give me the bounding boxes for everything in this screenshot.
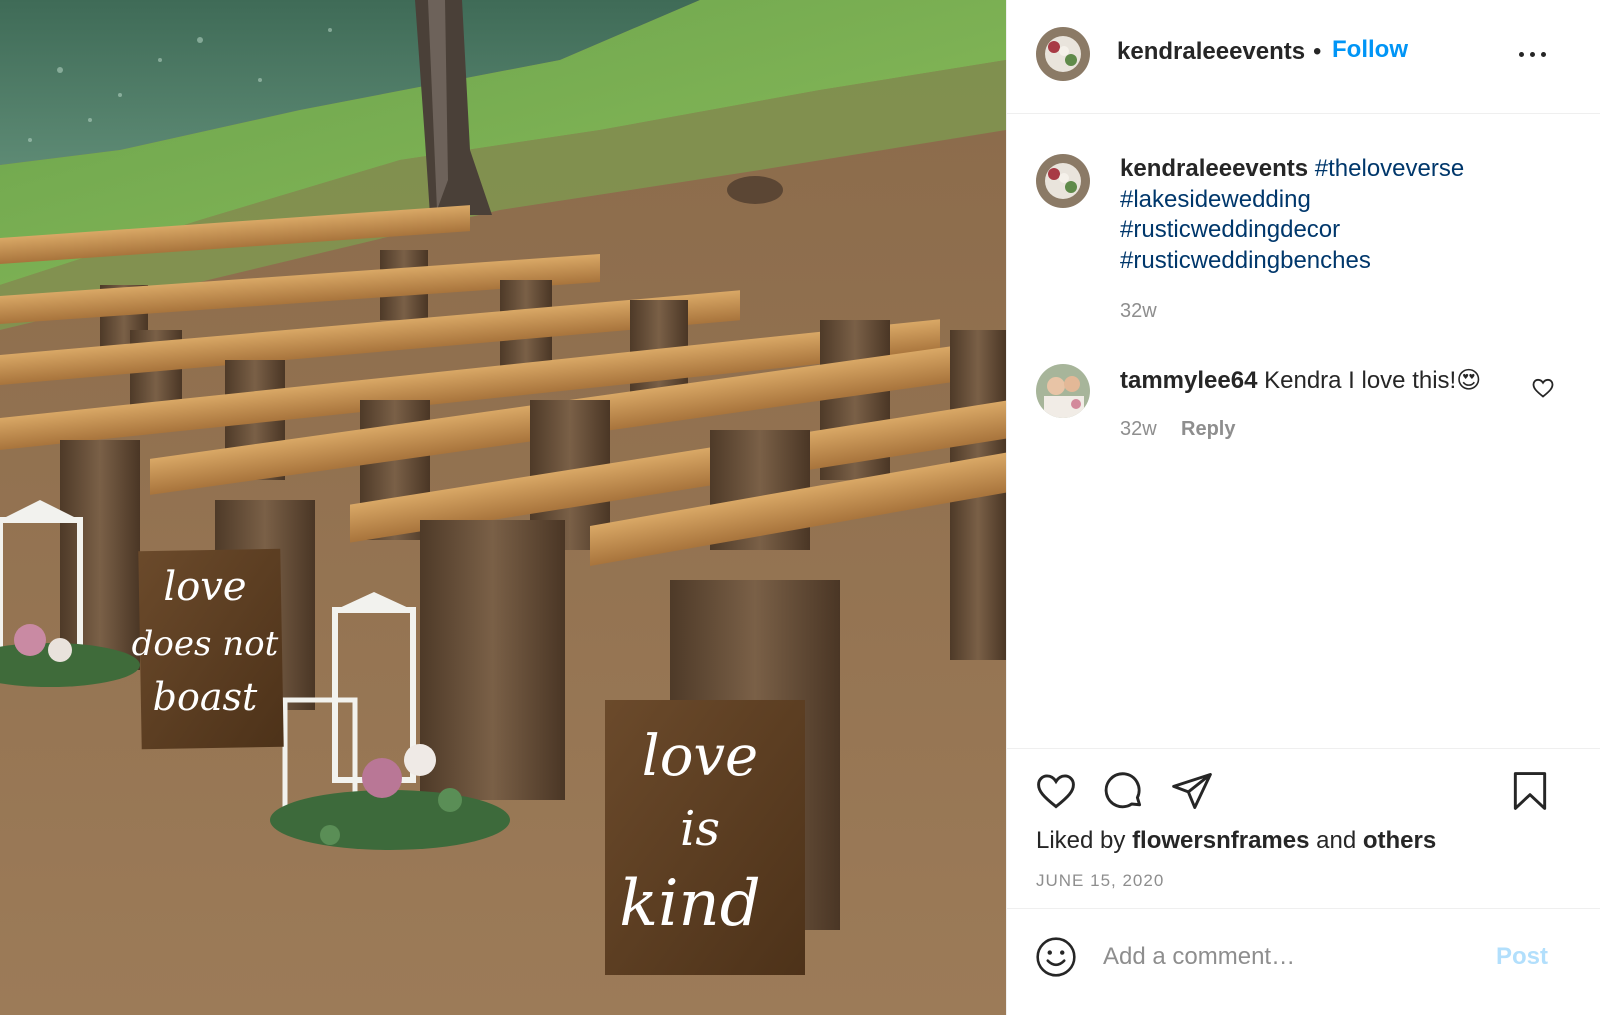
sign-love-does-not-boast: love does not boast: [132, 548, 284, 750]
wedding-benches-photo: love does not boast love is kind: [0, 0, 1006, 1015]
right-sign-line-3: kind: [619, 867, 760, 941]
add-comment-bar: Post: [1007, 908, 1600, 1015]
caption-author-avatar[interactable]: [1036, 154, 1090, 208]
comment-item: tammylee64 Kendra I love this!😍 32w Repl…: [1007, 362, 1600, 452]
hashtag-link[interactable]: #rusticweddingdecor: [1120, 215, 1560, 246]
share-icon[interactable]: [1170, 769, 1214, 813]
commenter-username[interactable]: tammylee64: [1120, 367, 1257, 394]
comment-text: tammylee64 Kendra I love this!😍: [1120, 366, 1481, 395]
hashtag-link[interactable]: #lakesidewedding: [1120, 185, 1560, 216]
separator-dot: •: [1313, 38, 1322, 65]
post-comment-button[interactable]: Post: [1496, 943, 1548, 971]
bookmark-icon[interactable]: [1508, 769, 1552, 813]
liked-by-and: and: [1316, 827, 1357, 854]
liked-by-prefix: Liked by: [1036, 827, 1126, 854]
heart-icon[interactable]: [1034, 769, 1078, 813]
caption-timestamp[interactable]: 32w: [1120, 300, 1157, 323]
hashtag-link[interactable]: #theloveverse: [1315, 155, 1464, 182]
comment-timestamp[interactable]: 32w: [1120, 418, 1157, 441]
more-options-icon[interactable]: [1519, 42, 1549, 66]
author-avatar[interactable]: [1036, 27, 1090, 81]
commenter-avatar[interactable]: [1036, 364, 1090, 418]
reply-button[interactable]: Reply: [1181, 418, 1235, 441]
comment-body: Kendra I love this!: [1264, 367, 1457, 394]
post-header: kendraleeevents • Follow: [1007, 0, 1600, 114]
hashtag-link[interactable]: #rusticweddingbenches: [1120, 246, 1560, 277]
liked-by-user-link[interactable]: flowersnframes: [1132, 827, 1309, 854]
author-username[interactable]: kendraleeevents: [1117, 38, 1305, 66]
comment-input[interactable]: [1103, 937, 1483, 977]
sign-love-is-kind: love is kind: [605, 700, 805, 975]
right-sign-line-1: love: [642, 724, 758, 789]
post-side-panel: kendraleeevents • Follow kendraleeevents…: [1006, 0, 1600, 1015]
liked-by-text: Liked by flowersnframes and others: [1036, 827, 1436, 855]
caption-username[interactable]: kendraleeevents: [1120, 155, 1308, 182]
right-sign-line-2: is: [680, 801, 720, 857]
post-date[interactable]: June 15, 2020: [1036, 871, 1164, 891]
left-sign-line-2: does not: [132, 624, 279, 664]
left-sign-line-1: love: [163, 564, 246, 610]
heart-eyes-emoji: 😍: [1456, 367, 1482, 394]
smiley-icon[interactable]: [1034, 935, 1078, 979]
post-actions: Liked by flowersnframes and others June …: [1007, 748, 1600, 908]
caption-text: kendraleeevents #theloveverse #lakesidew…: [1120, 154, 1560, 276]
left-sign-line-3: boast: [153, 675, 258, 719]
comment-like-icon[interactable]: [1531, 376, 1555, 400]
liked-by-others-link[interactable]: others: [1363, 827, 1436, 854]
post-photo[interactable]: love does not boast love is kind: [0, 0, 1006, 1015]
follow-button[interactable]: Follow: [1332, 36, 1408, 64]
comment-icon[interactable]: [1102, 769, 1146, 813]
